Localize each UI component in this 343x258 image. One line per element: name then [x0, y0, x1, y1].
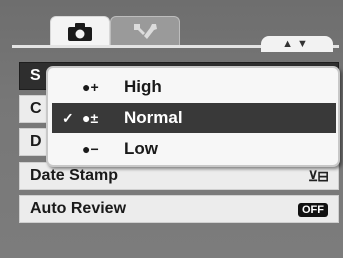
menu-row-label: Auto Review [30, 200, 127, 217]
option-high[interactable]: ●+ High [52, 72, 336, 102]
checkmark-icon: ✓ [62, 110, 74, 126]
option-label: High [124, 77, 162, 96]
tab-setup[interactable] [110, 16, 180, 46]
camera-icon [68, 22, 92, 41]
menu-row-label: S [30, 67, 41, 84]
menu-row-label: Date Stamp [30, 167, 119, 184]
menu-row-label: C [30, 100, 42, 117]
menu-row-auto-review[interactable]: Auto Review OFF [19, 195, 339, 223]
option-label: Normal [124, 108, 183, 127]
menu-row-label: D [30, 133, 42, 150]
quality-normal-icon: ●± [82, 110, 99, 126]
option-label: Low [124, 139, 158, 158]
tab-camera[interactable] [50, 16, 110, 46]
wrench-icon [134, 23, 157, 39]
quality-low-icon: ●− [82, 141, 99, 157]
quality-popup: ●+ High ✓ ●± Normal ●− Low [46, 66, 340, 167]
camera-settings-screen: ▲▼ S C D Date Stamp ⊻⊟ Auto Review OFF ●… [0, 0, 343, 258]
option-low[interactable]: ●− Low [52, 134, 336, 164]
option-normal[interactable]: ✓ ●± Normal [52, 103, 336, 133]
off-badge: OFF [298, 203, 328, 217]
scroll-indicator[interactable]: ▲▼ [261, 36, 333, 52]
quality-high-icon: ●+ [82, 79, 99, 95]
